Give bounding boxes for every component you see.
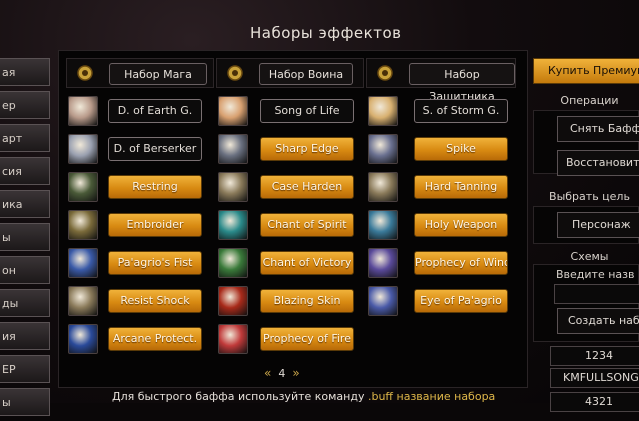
footer-hint: Для быстрого баффа используйте команду .…: [112, 390, 495, 403]
footer-text: Для быстрого баффа используйте команду: [112, 390, 365, 403]
left-nav-item[interactable]: ика: [0, 190, 50, 218]
set-name-button[interactable]: Набор Воина: [259, 63, 353, 85]
buff-button[interactable]: Pa'agrio's Fist: [108, 251, 202, 275]
set-name-button[interactable]: Набор Защитника: [409, 63, 515, 103]
page-number: 4: [278, 367, 286, 380]
buff-button[interactable]: D. of Berserker: [108, 137, 202, 161]
left-nav-item[interactable]: ы: [0, 388, 50, 416]
arcane-protect-icon[interactable]: [68, 324, 98, 354]
choose-target-label: Выбрать цель: [549, 190, 630, 203]
eye-of-paagrio-icon[interactable]: [368, 286, 398, 316]
sun-emblem-icon: [375, 63, 395, 83]
case-harden-icon[interactable]: [218, 172, 248, 202]
embroider-icon[interactable]: [68, 210, 98, 240]
song-of-life-icon[interactable]: [218, 96, 248, 126]
schemes-label: Схемы: [570, 250, 609, 263]
buff-button[interactable]: Spike: [414, 137, 508, 161]
buff-button[interactable]: Sharp Edge: [260, 137, 354, 161]
holy-weapon-icon[interactable]: [368, 210, 398, 240]
chant-of-victory-icon[interactable]: [218, 248, 248, 278]
sharp-edge-icon[interactable]: [218, 134, 248, 164]
left-nav-item[interactable]: ды: [0, 289, 50, 317]
prophecy-of-fire-icon[interactable]: [218, 324, 248, 354]
buff-button[interactable]: Chant of Spirit: [260, 213, 354, 237]
scheme-item[interactable]: KMFULLSONG: [550, 368, 639, 388]
footer-command: .buff название набора: [367, 390, 496, 403]
left-nav-item[interactable]: сия: [0, 157, 50, 185]
next-page-button[interactable]: »: [292, 366, 299, 380]
paagrio-fist-icon[interactable]: [68, 248, 98, 278]
buff-button[interactable]: Chant of Victory: [260, 251, 354, 275]
set-name-button[interactable]: Набор Мага: [109, 63, 207, 85]
scheme-item[interactable]: 4321: [550, 392, 639, 412]
buff-button[interactable]: Eye of Pa'agrio: [414, 289, 508, 313]
prev-page-button[interactable]: «: [264, 366, 271, 380]
storm-guardian-icon[interactable]: [368, 96, 398, 126]
left-nav-item[interactable]: ер: [0, 91, 50, 119]
restring-icon[interactable]: [68, 172, 98, 202]
page-title: Наборы эффектов: [250, 24, 402, 42]
resist-shock-icon[interactable]: [68, 286, 98, 316]
buff-button[interactable]: S. of Storm G.: [414, 99, 508, 123]
pagination: « 4 »: [264, 366, 300, 380]
column-header-3: Набор Защитника: [366, 58, 516, 103]
left-nav: ая ер арт сия ика ы он ды ия ЕР ы: [0, 58, 50, 421]
buff-button[interactable]: Resist Shock: [108, 289, 202, 313]
blazing-skin-icon[interactable]: [218, 286, 248, 316]
scheme-name-input[interactable]: [554, 284, 639, 304]
create-scheme-button[interactable]: Создать набо: [557, 308, 639, 334]
buff-button[interactable]: D. of Earth G.: [108, 99, 202, 123]
buff-button[interactable]: Song of Life: [260, 99, 354, 123]
restore-button[interactable]: Восстановить: [557, 150, 639, 176]
column-header-1: Набор Мага: [66, 58, 214, 88]
left-nav-item[interactable]: арт: [0, 124, 50, 152]
buy-premium-button[interactable]: Купить Премиум-: [533, 58, 639, 84]
buff-button[interactable]: Hard Tanning: [414, 175, 508, 199]
prophecy-of-wind-icon[interactable]: [368, 248, 398, 278]
buff-button[interactable]: Blazing Skin: [260, 289, 354, 313]
operations-label: Операции: [560, 94, 619, 107]
left-nav-item[interactable]: ы: [0, 223, 50, 251]
chant-of-spirit-icon[interactable]: [218, 210, 248, 240]
wand-icon: [75, 63, 95, 83]
scheme-item[interactable]: 1234: [550, 346, 639, 366]
buff-button[interactable]: Prophecy of Wind: [414, 251, 508, 275]
buff-button[interactable]: Embroider: [108, 213, 202, 237]
spike-icon[interactable]: [368, 134, 398, 164]
left-nav-item[interactable]: он: [0, 256, 50, 284]
column-header-2: Набор Воина: [216, 58, 364, 88]
buff-button[interactable]: Restring: [108, 175, 202, 199]
target-player-button[interactable]: Персонаж: [557, 212, 639, 238]
earth-guardian-icon[interactable]: [68, 96, 98, 126]
hard-tanning-icon[interactable]: [368, 172, 398, 202]
left-nav-item[interactable]: ЕР: [0, 355, 50, 383]
left-nav-item[interactable]: ая: [0, 58, 50, 86]
remove-buffs-button[interactable]: Снять Баффы: [557, 116, 639, 142]
buff-button[interactable]: Arcane Protect.: [108, 327, 202, 351]
warrior-crest-icon: [225, 63, 245, 83]
left-nav-item[interactable]: ия: [0, 322, 50, 350]
enter-name-label: Введите назв: [556, 268, 635, 281]
buff-button[interactable]: Prophecy of Fire: [260, 327, 354, 351]
buff-button[interactable]: Holy Weapon: [414, 213, 508, 237]
berserker-icon[interactable]: [68, 134, 98, 164]
buff-button[interactable]: Case Harden: [260, 175, 354, 199]
